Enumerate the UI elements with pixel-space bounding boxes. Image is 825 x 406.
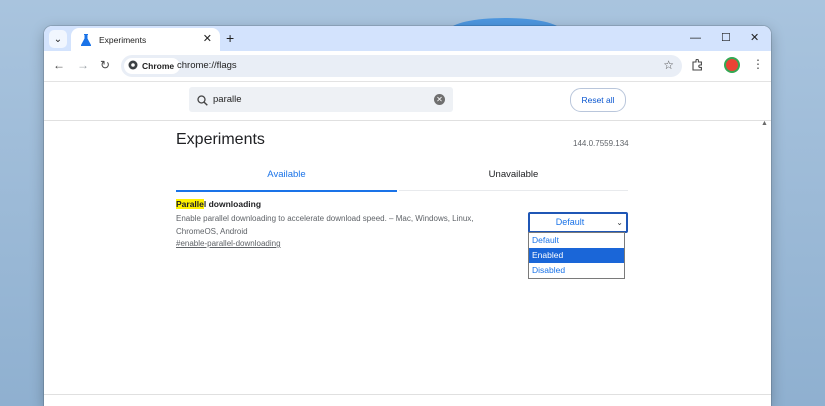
flag-description: Enable parallel downloading to accelerat… bbox=[176, 212, 506, 238]
address-bar[interactable]: Chrome chrome://flags ☆ bbox=[121, 55, 682, 77]
flags-search-input[interactable]: paralle ✕ bbox=[189, 87, 453, 112]
flag-state-select[interactable]: Default ⌄ bbox=[528, 212, 628, 233]
bookmark-star-icon[interactable]: ☆ bbox=[663, 58, 674, 72]
search-input-value: paralle bbox=[213, 94, 242, 105]
tab-strip: ⌄ Experiments ✕ + — ☐ ✕ bbox=[44, 26, 771, 51]
flag-name: Parallel downloading bbox=[176, 199, 506, 209]
flag-description-line: Enable parallel downloading to accelerat… bbox=[176, 214, 474, 223]
option-default[interactable]: Default bbox=[529, 233, 624, 248]
tab-unavailable[interactable]: Unavailable bbox=[399, 166, 628, 191]
page-bottom-divider bbox=[44, 394, 771, 395]
flag-permalink[interactable]: #enable-parallel-downloading bbox=[176, 239, 506, 248]
site-info-chip[interactable]: Chrome bbox=[124, 57, 181, 75]
flags-tabs: Available Unavailable bbox=[176, 166, 628, 192]
flag-description-line: ChromeOS, Android bbox=[176, 227, 248, 236]
tab-experiments[interactable]: Experiments ✕ bbox=[71, 28, 220, 51]
flags-search-header: paralle ✕ Reset all bbox=[44, 82, 771, 121]
flask-icon bbox=[79, 33, 93, 47]
option-disabled[interactable]: Disabled bbox=[529, 263, 624, 278]
chevron-down-icon: ⌄ bbox=[53, 33, 63, 45]
browser-window: ⌄ Experiments ✕ + — ☐ ✕ ← → ↻ Chrome chr… bbox=[44, 26, 771, 406]
chevron-down-icon: ⌄ bbox=[616, 218, 623, 227]
scrollbar-up-arrow[interactable]: ▲ bbox=[761, 120, 768, 127]
option-enabled[interactable]: Enabled bbox=[529, 248, 624, 263]
forward-button[interactable]: → bbox=[77, 58, 89, 72]
chrome-logo-icon bbox=[128, 57, 138, 75]
tab-close-icon[interactable]: ✕ bbox=[203, 34, 212, 45]
tab-search-button[interactable]: ⌄ bbox=[49, 30, 67, 48]
reload-button[interactable]: ↻ bbox=[100, 58, 110, 72]
clear-search-icon[interactable]: ✕ bbox=[434, 94, 445, 105]
select-value: Default bbox=[555, 217, 585, 227]
extensions-puzzle-icon[interactable] bbox=[692, 58, 704, 76]
search-icon bbox=[197, 93, 208, 111]
version-number: 144.0.7559.134 bbox=[573, 139, 629, 148]
page-title: Experiments bbox=[176, 131, 265, 148]
reset-all-button[interactable]: Reset all bbox=[570, 88, 626, 112]
new-tab-button[interactable]: + bbox=[226, 30, 234, 46]
site-chip-label: Chrome bbox=[142, 61, 175, 71]
profile-avatar[interactable] bbox=[726, 59, 738, 71]
tab-available[interactable]: Available bbox=[176, 166, 397, 192]
minimize-button[interactable]: — bbox=[690, 31, 701, 45]
browser-toolbar: ← → ↻ Chrome chrome://flags ☆ ⋮ bbox=[44, 51, 771, 82]
select-options-list: Default Enabled Disabled bbox=[528, 232, 625, 279]
url-text[interactable]: chrome://flags bbox=[177, 60, 237, 71]
flag-name-match-highlight: Paralle bbox=[176, 199, 204, 209]
browser-menu-icon[interactable]: ⋮ bbox=[752, 57, 764, 71]
flag-name-rest: l downloading bbox=[203, 199, 262, 209]
close-window-button[interactable]: ✕ bbox=[750, 31, 759, 45]
tab-title: Experiments bbox=[99, 34, 147, 45]
maximize-button[interactable]: ☐ bbox=[721, 31, 731, 45]
flag-item: Parallel downloading Enable parallel dow… bbox=[176, 199, 506, 248]
back-button[interactable]: ← bbox=[53, 58, 65, 72]
